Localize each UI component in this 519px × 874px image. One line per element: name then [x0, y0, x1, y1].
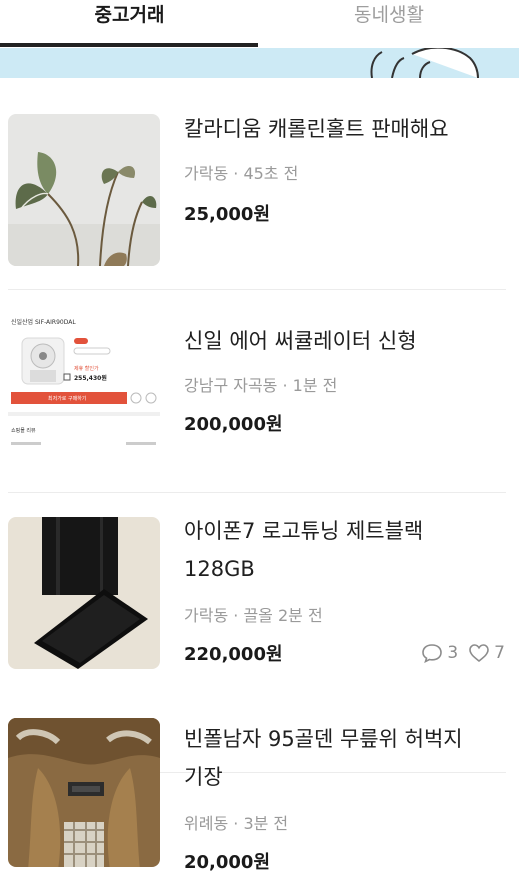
- meta-separator: ·: [282, 376, 293, 395]
- item-image-jacket: [8, 718, 160, 867]
- banner-illustration: [370, 48, 479, 78]
- item-title[interactable]: 칼라디움 캐롤린홀트 판매해요: [184, 110, 504, 148]
- product-buy-button-text: 최저가로 구매하기: [48, 395, 86, 402]
- item-stats: 3 7: [421, 643, 505, 663]
- item-price: 25,000원: [184, 204, 271, 225]
- meta-separator: ·: [233, 164, 244, 183]
- item-time: 끌올 2분 전: [243, 606, 323, 625]
- item-title-line2: 128GB: [184, 557, 255, 581]
- like-count: 7: [494, 643, 505, 663]
- item-meta: 위례동 · 3분 전: [184, 810, 288, 834]
- product-price-text: 255,430원: [74, 374, 107, 382]
- item-time: 45초 전: [243, 164, 299, 183]
- meta-separator: ·: [233, 814, 244, 833]
- item-time: 1분 전: [292, 376, 338, 395]
- item-price: 220,000원: [184, 644, 283, 665]
- item-title-line1: 빈폴남자 95골덴 무릎위 허벅지: [184, 727, 463, 751]
- item-meta: 강남구 자곡동 · 1분 전: [184, 372, 337, 396]
- tab-neighborhood-life[interactable]: 동네생활: [259, 0, 519, 48]
- promo-banner[interactable]: [0, 48, 519, 78]
- item-title[interactable]: 신일 에어 써큘레이터 신형: [184, 322, 504, 360]
- item-meta: 가락동 · 끌올 2분 전: [184, 602, 323, 626]
- item-image-phone: [8, 517, 160, 669]
- product-brand-text: 신일산업 SIF-AIR90DAL: [11, 318, 76, 326]
- list-divider: [8, 492, 506, 493]
- item-location: 위례동: [184, 814, 229, 833]
- tab-used-trade[interactable]: 중고거래: [0, 0, 259, 48]
- item-title-line2: 기장: [184, 765, 223, 789]
- product-discount-label: 제휴 할인가: [74, 365, 99, 372]
- item-location: 강남구 자곡동: [184, 376, 278, 395]
- item-image-plant: [8, 114, 160, 266]
- chat-count: 3: [447, 643, 459, 663]
- list-divider: [8, 289, 506, 290]
- meta-separator: ·: [233, 606, 244, 625]
- item-title-line1: 아이폰7 로고튜닝 제트블랙: [184, 519, 424, 543]
- chat-icon: [422, 644, 443, 663]
- item-price: 20,000원: [184, 852, 271, 873]
- active-tab-indicator: [0, 43, 258, 47]
- item-time: 3분 전: [243, 814, 289, 833]
- product-section-text: 쇼핑몰 리뷰: [11, 427, 36, 434]
- item-image-product-screenshot: 신일산업 SIF-AIR90DAL 제휴 할인가 255,430원 최저가로 구…: [8, 308, 160, 460]
- heart-icon: [469, 644, 489, 663]
- item-location: 가락동: [184, 606, 229, 625]
- item-price: 200,000원: [184, 414, 283, 435]
- item-meta: 가락동 · 45초 전: [184, 160, 298, 184]
- item-location: 가락동: [184, 164, 229, 183]
- item-title[interactable]: 빈폴남자 95골덴 무릎위 허벅지 기장: [184, 720, 504, 796]
- top-tab-bar: 중고거래 동네생활: [0, 0, 519, 48]
- item-title[interactable]: 아이폰7 로고튜닝 제트블랙 128GB: [184, 512, 504, 588]
